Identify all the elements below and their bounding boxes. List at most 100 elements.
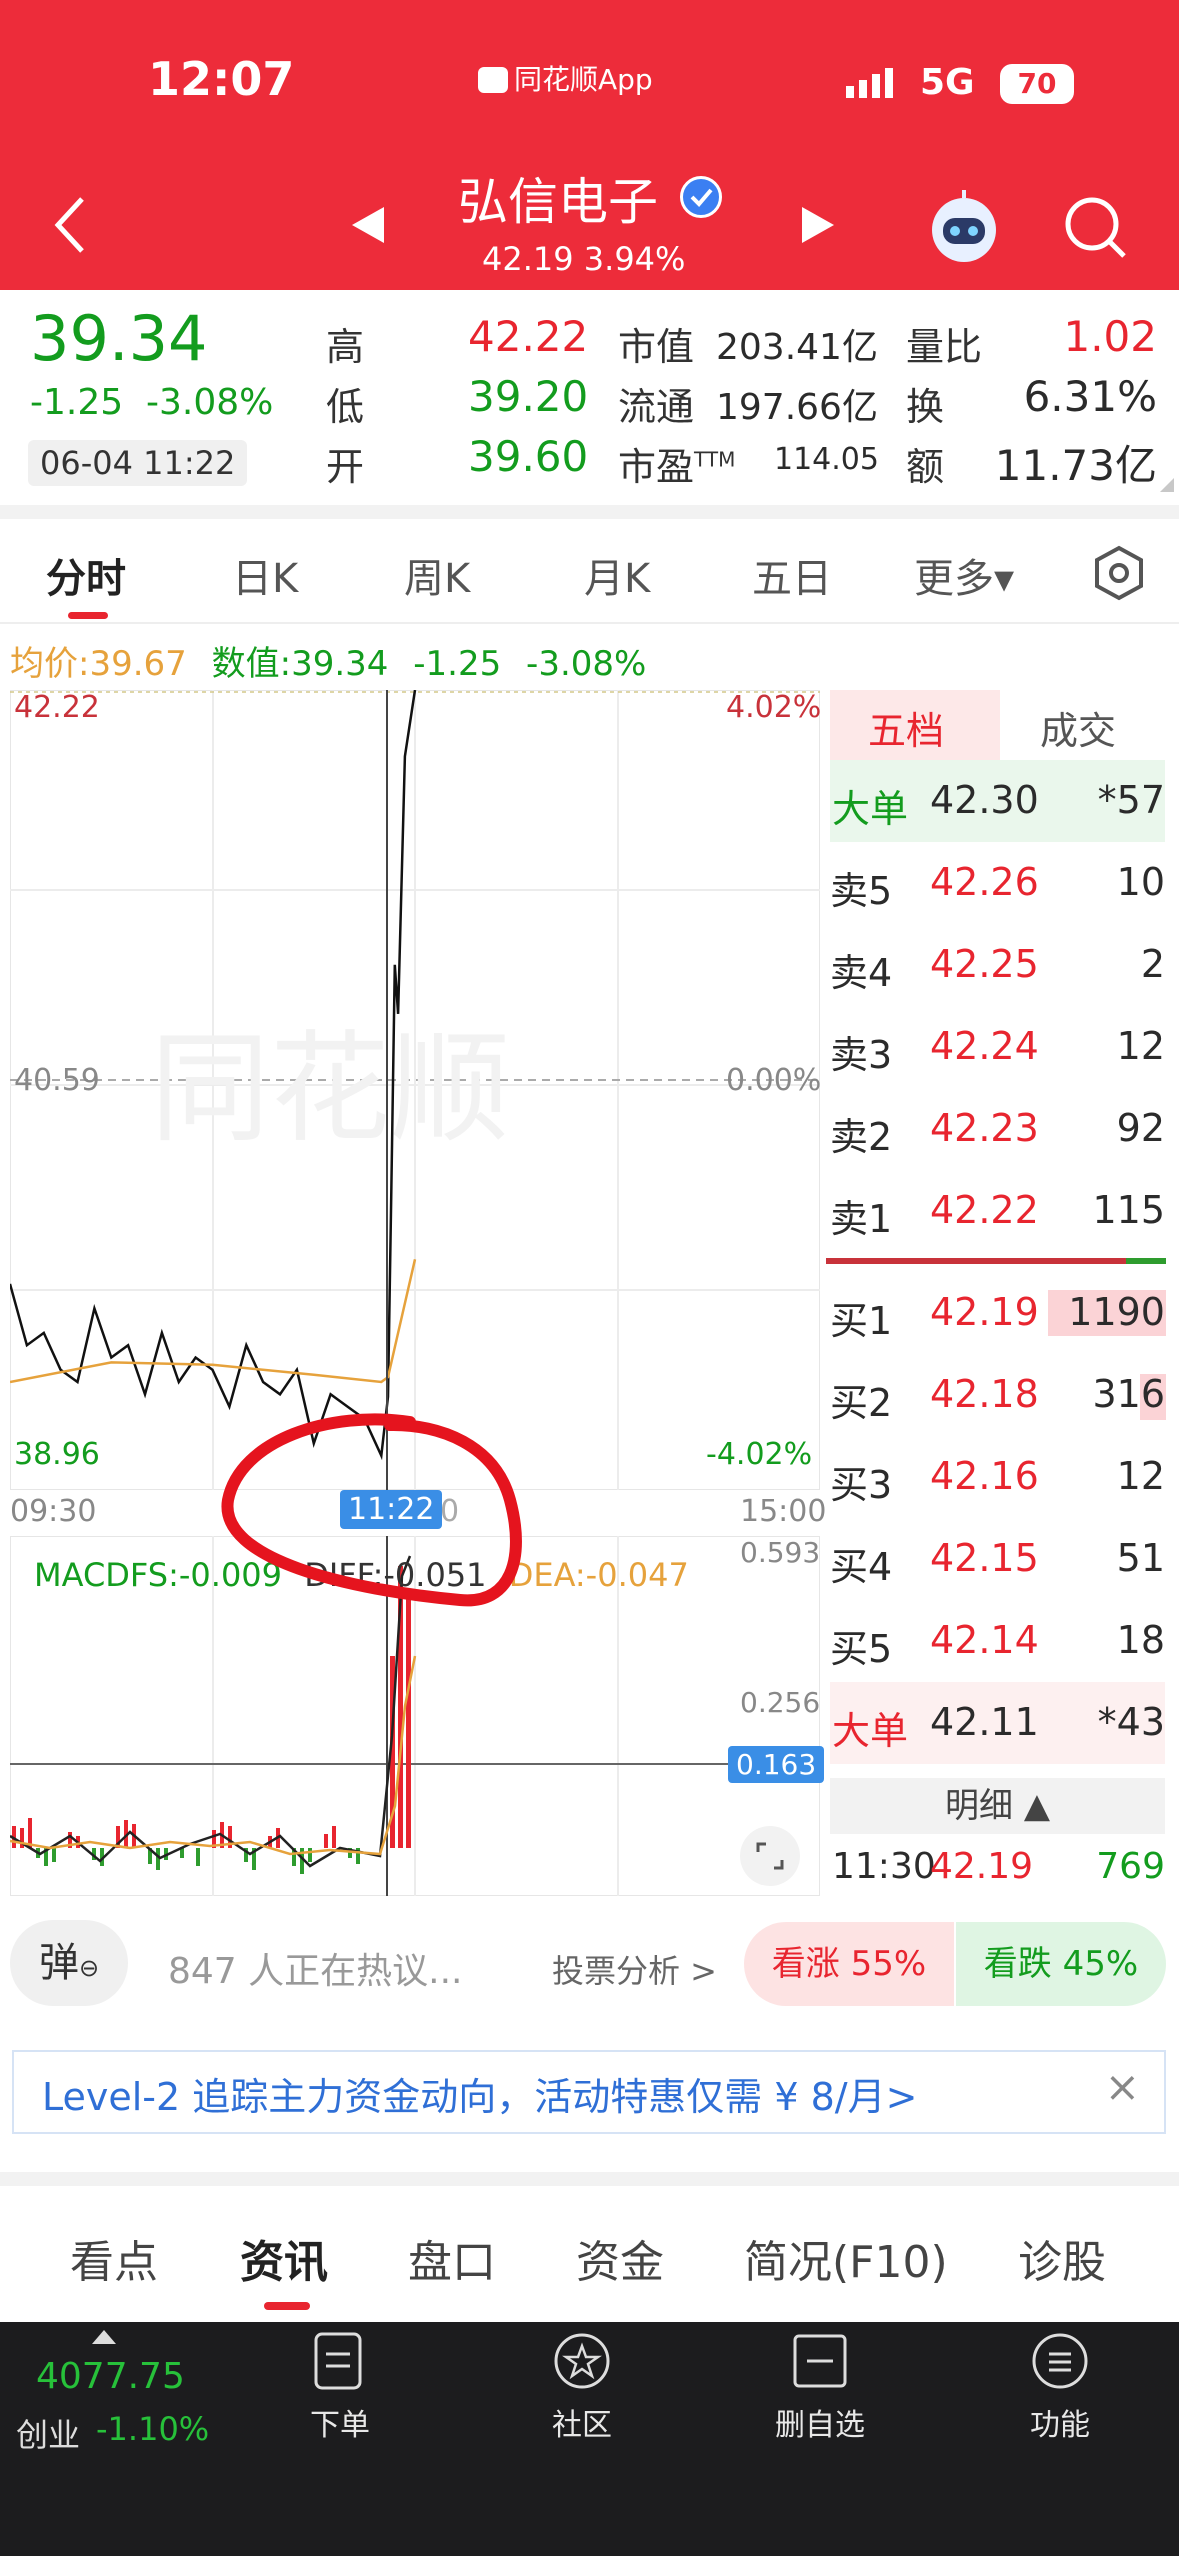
tab-monthly-k[interactable]: 月K: [584, 546, 650, 604]
tab-five-levels[interactable]: 五档: [868, 700, 944, 755]
functions-icon: [1032, 2333, 1088, 2389]
y-axis-top: 42.22: [14, 690, 100, 725]
back-icon[interactable]: [50, 195, 90, 259]
tab-intraday[interactable]: 分时: [46, 546, 126, 604]
level2-banner[interactable]: Level-2 追踪主力资金动向，活动特惠仅需 ¥ 8/月> ×: [12, 2050, 1166, 2134]
discussion-text[interactable]: 847 人正在热议...: [168, 1942, 463, 1994]
orderbook-bid-row[interactable]: 买2 42.18 316: [830, 1354, 1165, 1436]
y-axis-bottom: 38.96: [14, 1437, 100, 1472]
tab-five-day[interactable]: 五日: [752, 546, 832, 604]
tab-f10[interactable]: 简况(F10): [744, 2226, 948, 2290]
bullet-comment-button[interactable]: 弹⊖: [10, 1920, 128, 2006]
order-icon: [314, 2332, 362, 2390]
x-axis-end: 15:00: [740, 1494, 827, 1529]
tab-funds[interactable]: 资金: [576, 2226, 664, 2290]
low-value: 39.20: [468, 372, 589, 421]
index-change: -1.10%: [96, 2410, 210, 2448]
bottom-tab-active-indicator: [264, 2302, 310, 2310]
stock-title: 弘信电子: [458, 173, 658, 231]
macd-cursor-value: 0.163: [728, 1746, 825, 1783]
orderbook-bid-row[interactable]: 买1 42.19 1190: [830, 1272, 1165, 1354]
pct-axis-top: 4.02%: [726, 690, 822, 725]
low-label: 低: [326, 385, 365, 429]
turnover-label: 换: [906, 385, 945, 429]
detail-time: 11:30: [832, 1846, 936, 1887]
nav-remove-watchlist[interactable]: 删自选: [740, 2330, 900, 2444]
banner-text: Level-2 追踪主力资金动向，活动特惠仅需 ¥ 8/月>: [42, 2075, 918, 2119]
pct-axis-bottom: -4.02%: [706, 1437, 813, 1472]
prev-stock-icon[interactable]: [350, 205, 386, 249]
orderbook-bid-row[interactable]: 买4 42.15 51: [830, 1518, 1165, 1600]
mktcap-label: 市值: [618, 325, 695, 369]
macd-axis-top: 0.593: [740, 1536, 821, 1569]
verified-icon: [680, 176, 722, 218]
turnover-value: 6.31%: [1023, 372, 1157, 421]
detail-toggle[interactable]: 明细 ▲: [830, 1778, 1165, 1834]
community-icon: [554, 2333, 610, 2389]
orderbook-ask-row[interactable]: 卖3 42.24 12: [830, 1006, 1165, 1088]
price-change-pct: -3.08%: [146, 382, 274, 423]
y-axis-mid: 40.59: [14, 1063, 100, 1098]
vote-up-button[interactable]: 看涨 55%: [744, 1922, 954, 2006]
macd-axis-mid: 0.256: [740, 1686, 821, 1719]
tab-handicap[interactable]: 盘口: [408, 2226, 496, 2290]
index-name: 创业: [16, 2416, 81, 2454]
network-label: 5G: [920, 62, 975, 103]
amount-value: 11.73亿: [994, 441, 1157, 490]
orderbook-bid-row[interactable]: 买3 42.16 12: [830, 1436, 1165, 1518]
mktcap-value: 203.41亿: [716, 327, 878, 368]
orderbook-ask-row[interactable]: 卖2 42.23 92: [830, 1088, 1165, 1170]
header-bar: 12:07 同花顺App 5G 70 弘信电子 42.19 3.94%: [0, 0, 1179, 290]
divider: [0, 2172, 1179, 2186]
orderbook-ask-row[interactable]: 卖4 42.25 2: [830, 924, 1165, 1006]
orderbook-ask-row[interactable]: 卖1 42.22 115: [830, 1170, 1165, 1252]
chart-settings-icon[interactable]: [1090, 544, 1148, 606]
tab-highlights[interactable]: 看点: [70, 2226, 158, 2290]
next-stock-icon[interactable]: [800, 205, 836, 249]
price-change: -1.25: [30, 382, 124, 423]
pct-axis-mid: 0.00%: [726, 1063, 822, 1098]
remove-watchlist-icon: [793, 2334, 847, 2388]
orderbook-big-order-top: 大单 42.30 *57: [830, 760, 1165, 842]
last-price: 39.34: [30, 302, 208, 375]
tab-weekly-k[interactable]: 周K: [404, 546, 470, 604]
expand-corner-icon[interactable]: [1160, 478, 1174, 492]
bid-pressure-bar: [1126, 1258, 1166, 1264]
close-small-icon: ⊖: [78, 1954, 100, 1982]
tab-diagnosis[interactable]: 诊股: [1018, 2226, 1106, 2290]
tab-trades[interactable]: 成交: [1040, 700, 1116, 755]
status-time: 12:07: [148, 52, 295, 106]
tab-daily-k[interactable]: 日K: [232, 546, 298, 604]
header-subtitle: 42.19 3.94%: [482, 240, 686, 278]
detail-price: 42.19: [930, 1846, 1034, 1887]
intraday-chart[interactable]: 同花顺: [10, 690, 820, 1490]
search-icon[interactable]: [1060, 192, 1130, 266]
detail-volume: 769: [1096, 1846, 1165, 1887]
high-label: 高: [326, 325, 365, 369]
float-value: 197.66亿: [716, 387, 878, 428]
x-axis-start: 09:30: [10, 1494, 97, 1529]
nav-functions[interactable]: 功能: [980, 2330, 1140, 2444]
robot-assistant-icon[interactable]: [925, 188, 1003, 270]
app-logo-icon: [478, 67, 508, 93]
chart-tab-bar: 分时 日K 周K 月K 五日 更多▾: [0, 530, 1179, 620]
battery-indicator: 70: [1000, 64, 1074, 104]
tab-more[interactable]: 更多▾: [914, 546, 1014, 604]
fullscreen-icon[interactable]: [740, 1826, 800, 1886]
open-label: 开: [326, 445, 365, 489]
watermark: 同花顺: [150, 1020, 510, 1159]
index-value[interactable]: 4077.75: [36, 2356, 185, 2397]
banner-close-icon[interactable]: ×: [1105, 2062, 1140, 2111]
nav-order[interactable]: 下单: [260, 2330, 420, 2444]
tab-news[interactable]: 资讯: [240, 2226, 328, 2290]
float-label: 流通: [618, 385, 695, 429]
orderbook-ask-row[interactable]: 卖5 42.26 10: [830, 842, 1165, 924]
orderbook-bid-row[interactable]: 买5 42.14 18: [830, 1600, 1165, 1682]
tab-active-indicator: [68, 612, 108, 619]
nav-community[interactable]: 社区: [502, 2330, 662, 2444]
vote-down-button[interactable]: 看跌 45%: [956, 1922, 1166, 2006]
expand-up-icon[interactable]: [92, 2330, 116, 2344]
signal-icon: [846, 66, 896, 104]
divider: [0, 505, 1179, 519]
vote-analysis-link[interactable]: 投票分析 >: [552, 1946, 717, 1992]
